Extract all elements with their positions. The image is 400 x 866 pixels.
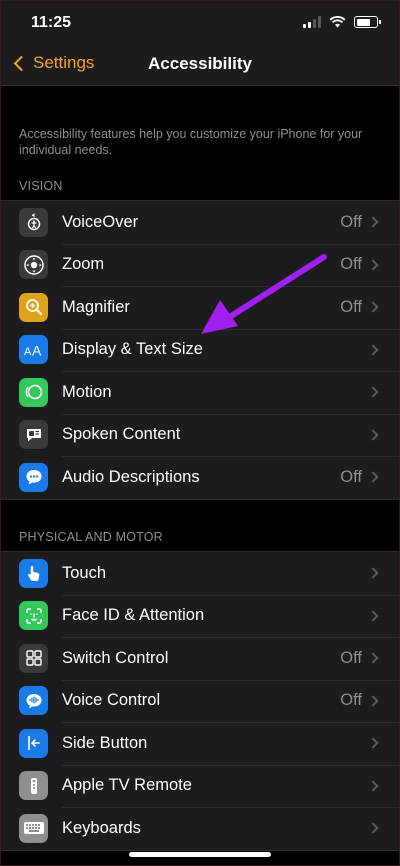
motion-icon (19, 377, 48, 407)
row-label: VoiceOver (62, 212, 139, 231)
row-label: Switch Control (62, 648, 169, 667)
navigation-bar: Settings Accessibility (0, 44, 400, 86)
status-time: 11:25 (31, 14, 72, 31)
section-header-vision: VISION (19, 179, 63, 193)
chevron-right-icon (367, 301, 379, 313)
row-spoken-content[interactable]: Spoken Content (0, 413, 400, 457)
face-id-icon (19, 601, 48, 631)
row-value: Off (340, 255, 362, 274)
row-label: Magnifier (62, 297, 130, 316)
status-bar: 11:25 (0, 0, 400, 44)
chevron-right-icon (367, 471, 379, 483)
section-header-physical-motor: PHYSICAL AND MOTOR (19, 530, 163, 544)
row-label: Audio Descriptions (62, 467, 200, 486)
row-motion[interactable]: Motion (0, 371, 400, 414)
keyboard-icon (19, 813, 48, 843)
row-label: Voice Control (62, 691, 161, 710)
battery-icon (354, 16, 381, 28)
row-value: Off (340, 648, 362, 667)
row-label: Display & Text Size (62, 340, 203, 359)
apple-tv-remote-icon (19, 771, 48, 801)
status-icons (303, 16, 381, 28)
row-voiceover[interactable]: VoiceOver Off (0, 201, 400, 244)
chevron-right-icon (367, 344, 379, 356)
row-label: Touch (62, 563, 107, 582)
row-value: Off (340, 297, 362, 316)
side-button-icon (19, 728, 48, 758)
row-audio-descriptions[interactable]: Audio Descriptions Off (0, 456, 400, 499)
switch-control-icon (19, 643, 48, 673)
row-side-button[interactable]: Side Button (0, 722, 400, 765)
svg-text:A: A (24, 346, 32, 358)
row-display-text-size[interactable]: AA Display & Text Size (0, 328, 400, 372)
chevron-right-icon (367, 737, 379, 749)
row-label: Keyboards (62, 818, 141, 837)
spoken-content-icon (19, 420, 48, 450)
physical-motor-group: Touch Face ID & Attention Switch Control… (0, 551, 400, 851)
chevron-right-icon (367, 780, 379, 792)
intro-text: Accessibility features help you customiz… (19, 127, 363, 157)
chevron-right-icon (367, 652, 379, 664)
row-switch-control[interactable]: Switch Control Off (0, 637, 400, 680)
row-label: Spoken Content (62, 425, 181, 444)
row-label: Zoom (62, 255, 105, 274)
chevron-right-icon (367, 216, 379, 228)
display-text-size-icon: AA (19, 335, 48, 365)
magnifier-icon (19, 292, 48, 322)
row-magnifier[interactable]: Magnifier Off (0, 286, 400, 329)
wifi-icon (329, 16, 346, 28)
row-apple-tv-remote[interactable]: Apple TV Remote (0, 764, 400, 808)
chevron-right-icon (367, 259, 379, 271)
chevron-right-icon (367, 429, 379, 441)
touch-icon (19, 558, 48, 588)
row-touch[interactable]: Touch (0, 552, 400, 595)
cellular-signal-icon (303, 16, 321, 28)
page-title: Accessibility (148, 54, 252, 73)
chevron-right-icon (367, 610, 379, 622)
voiceover-icon (19, 207, 48, 237)
row-value: Off (340, 212, 362, 231)
chevron-right-icon (367, 567, 379, 579)
row-value: Off (340, 691, 362, 710)
chevron-right-icon (367, 386, 379, 398)
row-zoom[interactable]: Zoom Off (0, 243, 400, 287)
row-label: Side Button (62, 733, 148, 752)
chevron-right-icon (367, 695, 379, 707)
vision-group: VoiceOver Off Zoom Off Magnifier Off AA … (0, 200, 400, 500)
row-voice-control[interactable]: Voice Control Off (0, 679, 400, 723)
home-indicator[interactable] (129, 852, 271, 857)
chevron-right-icon (367, 822, 379, 834)
zoom-icon (19, 250, 48, 280)
voice-control-icon (19, 686, 48, 716)
row-keyboards[interactable]: Keyboards (0, 807, 400, 850)
svg-text:A: A (32, 342, 42, 358)
row-label: Face ID & Attention (62, 606, 205, 625)
row-value: Off (340, 467, 362, 486)
audio-descriptions-icon (19, 462, 48, 492)
row-label: Apple TV Remote (62, 776, 192, 795)
row-label: Motion (62, 382, 112, 401)
row-face-id-attention[interactable]: Face ID & Attention (0, 594, 400, 638)
